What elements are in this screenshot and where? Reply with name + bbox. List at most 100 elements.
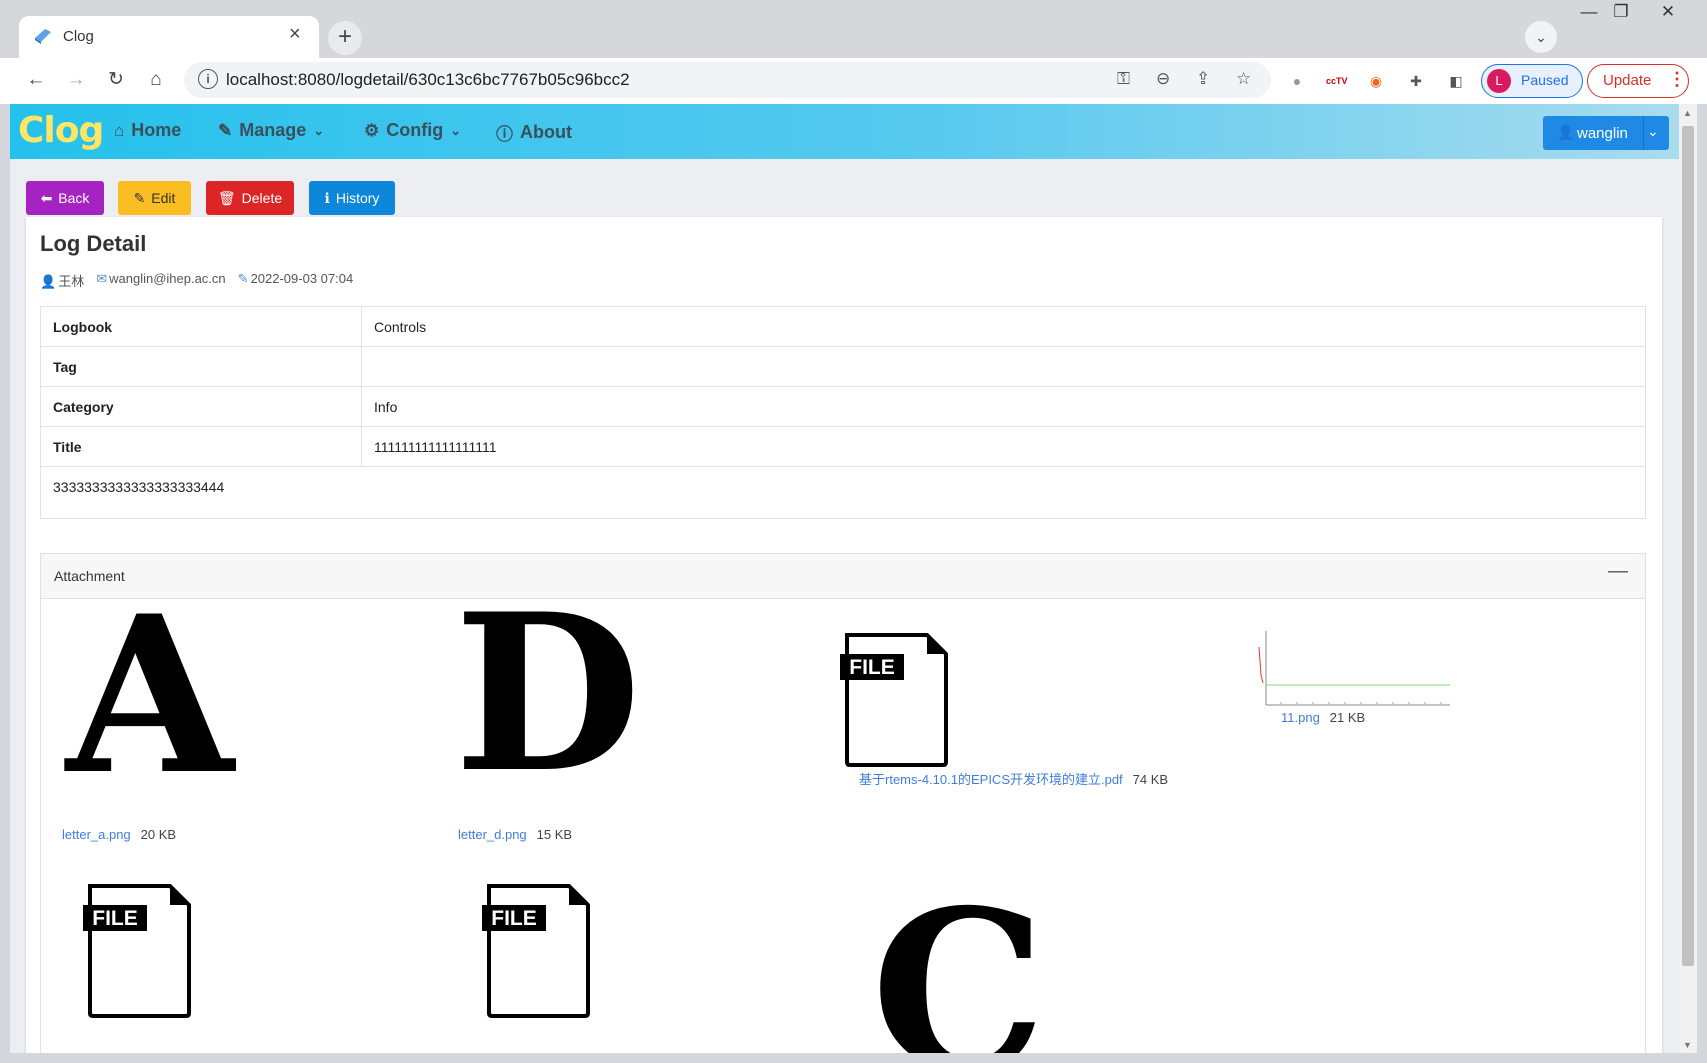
update-label: Update xyxy=(1603,72,1652,89)
profile-button[interactable]: L Paused xyxy=(1481,64,1583,98)
page-scrollbar[interactable]: ▲ ▼ xyxy=(1679,104,1697,1053)
delete-button[interactable]: 🗑 Delete xyxy=(206,181,294,215)
file-icon[interactable]: FILE xyxy=(482,883,596,1019)
svg-text:FILE: FILE xyxy=(491,907,537,930)
row-key: Tag xyxy=(40,346,362,387)
log-detail-card: Log Detail 👤 王林 ✉ wanglin@ihep.ac.cn ✎ 2022… xyxy=(26,217,1662,1053)
clog-favicon-icon xyxy=(35,29,51,44)
edit-date-icon: ✎ xyxy=(237,271,249,286)
svg-text:FILE: FILE xyxy=(849,656,895,679)
maximize-icon[interactable]: ❐ xyxy=(1601,2,1641,22)
attachment-header[interactable]: Attachment — xyxy=(40,553,1646,599)
page-title: Log Detail xyxy=(40,231,147,256)
browser-tabbar: Clog × + ⌄ — ❐ ✕ xyxy=(0,0,1707,58)
scroll-down-icon[interactable]: ▼ xyxy=(1683,1040,1692,1050)
info-circle-icon: ⓘ xyxy=(496,125,513,144)
letter-a-preview[interactable]: A xyxy=(66,587,234,803)
nav-about-label: About xyxy=(520,122,572,142)
nav-home[interactable]: ⌂ Home xyxy=(114,120,181,141)
log-detail-table: Logbook Controls Tag Category Info Title… xyxy=(40,306,1646,519)
scroll-up-icon[interactable]: ▲ xyxy=(1683,108,1692,118)
collapse-icon[interactable]: — xyxy=(1608,560,1628,583)
user-icon: 👤 xyxy=(1557,124,1575,140)
row-value: Controls xyxy=(361,306,1646,347)
key-icon[interactable]: ⚿ xyxy=(1117,69,1130,89)
chart-thumbnail[interactable] xyxy=(1255,627,1455,707)
attachment-link[interactable]: 11.png xyxy=(1281,710,1320,725)
edit-button[interactable]: ✎ Edit xyxy=(118,181,191,215)
brush-icon: ✎ xyxy=(218,120,233,140)
nav-about[interactable]: ⓘ About xyxy=(496,120,572,145)
share-icon[interactable]: ⇪ xyxy=(1196,69,1210,89)
zoom-out-icon[interactable]: ⊖ xyxy=(1156,69,1170,89)
extension-circle-icon[interactable]: ● xyxy=(1287,71,1307,91)
letter-c-preview[interactable]: C xyxy=(871,881,1046,1054)
user-menu-button[interactable]: 👤 wanglin ⌄ xyxy=(1543,116,1669,150)
log-date: 2022-09-03 07:04 xyxy=(250,271,354,286)
brand-logo[interactable]: Clog xyxy=(18,110,104,151)
user-name: wanglin xyxy=(1577,125,1628,142)
close-tab-icon[interactable]: × xyxy=(289,23,301,46)
chevron-down-icon: ⌄ xyxy=(313,122,325,138)
row-key: Title xyxy=(40,426,362,467)
log-body: 3333333333333333333444 xyxy=(40,466,1646,519)
attachment-size: 20 KB xyxy=(140,827,177,842)
row-value xyxy=(361,346,1646,387)
chevron-down-icon[interactable]: ⌄ xyxy=(1647,123,1659,140)
info-icon: ℹ xyxy=(324,189,330,206)
site-info-icon[interactable]: i xyxy=(198,69,218,89)
back-arrow-icon[interactable]: ← xyxy=(22,66,50,94)
page-viewport: Clog ⌂ Home ✎ Manage ⌄ ⚙ Config ⌄ ⓘ Abou… xyxy=(10,104,1679,1053)
table-row: Logbook Controls xyxy=(40,306,1646,347)
extension-orange-icon[interactable]: ◉ xyxy=(1366,71,1386,91)
table-row: Title 111111111111111111 xyxy=(40,426,1646,467)
attachment-size: 15 KB xyxy=(536,827,573,842)
browser-tab[interactable]: Clog × xyxy=(19,16,319,58)
avatar: L xyxy=(1487,69,1511,93)
nav-manage[interactable]: ✎ Manage ⌄ xyxy=(218,120,324,141)
address-bar[interactable]: i localhost:8080/logdetail/630c13c6bc776… xyxy=(184,62,1271,98)
cctv-extension-icon[interactable]: ccTV xyxy=(1326,71,1348,91)
row-key: Category xyxy=(40,386,362,427)
author-email: wanglin@ihep.ac.cn xyxy=(109,271,226,286)
file-icon[interactable]: FILE xyxy=(83,883,197,1019)
reload-icon[interactable]: ↻ xyxy=(102,66,130,94)
svg-text:FILE: FILE xyxy=(92,907,138,930)
nav-manage-label: Manage xyxy=(239,120,307,140)
side-panel-icon[interactable]: ◧ xyxy=(1446,71,1466,91)
history-button[interactable]: ℹ History xyxy=(309,181,395,215)
scrollbar-thumb[interactable] xyxy=(1682,126,1694,966)
table-row: 3333333333333333333444 xyxy=(40,466,1646,519)
envelope-icon: ✉ xyxy=(96,271,108,286)
user-outline-icon: 👤 xyxy=(40,274,57,289)
puzzle-icon[interactable]: ✚ xyxy=(1406,71,1426,91)
attachment-size: 74 KB xyxy=(1132,772,1169,787)
file-icon[interactable]: FILE xyxy=(840,632,954,768)
update-button[interactable]: Update ⋮ xyxy=(1587,64,1689,98)
chevron-down-icon[interactable]: ⌄ xyxy=(1525,21,1557,53)
nav-config[interactable]: ⚙ Config ⌄ xyxy=(364,120,461,141)
url-text[interactable]: localhost:8080/logdetail/630c13c6bc7767b… xyxy=(226,70,630,90)
app-navbar: Clog ⌂ Home ✎ Manage ⌄ ⚙ Config ⌄ ⓘ Abou… xyxy=(10,104,1679,159)
nav-config-label: Config xyxy=(386,120,444,140)
attachment-link[interactable]: letter_a.png xyxy=(62,827,131,842)
profile-status: Paused xyxy=(1521,72,1569,88)
browser-toolbar: ← → ↻ ⌂ i localhost:8080/logdetail/630c1… xyxy=(0,58,1707,104)
home-icon: ⌂ xyxy=(114,120,125,140)
attachment-link[interactable]: 基于rtems-4.10.1的EPICS开发环境的建立.pdf xyxy=(859,772,1123,787)
letter-d-preview[interactable]: D xyxy=(454,585,641,801)
window-close-icon[interactable]: ✕ xyxy=(1648,2,1688,22)
arrow-left-icon: ⬅ xyxy=(40,189,53,206)
new-tab-icon[interactable]: + xyxy=(328,21,362,55)
nav-home-label: Home xyxy=(131,120,182,140)
table-row: Tag xyxy=(40,346,1646,387)
bookmark-star-icon[interactable]: ☆ xyxy=(1236,69,1251,89)
menu-dots-icon[interactable]: ⋮ xyxy=(1668,69,1686,90)
log-meta: 👤 王林 ✉ wanglin@ihep.ac.cn ✎ 2022-09-03 07:0… xyxy=(40,271,353,290)
trash-icon: 🗑 xyxy=(217,189,236,206)
forward-arrow-icon[interactable]: → xyxy=(62,66,90,94)
row-key: Logbook xyxy=(40,306,362,347)
back-button[interactable]: ⬅ Back xyxy=(26,181,104,215)
home-icon[interactable]: ⌂ xyxy=(142,66,170,94)
attachment-link[interactable]: letter_d.png xyxy=(458,827,527,842)
